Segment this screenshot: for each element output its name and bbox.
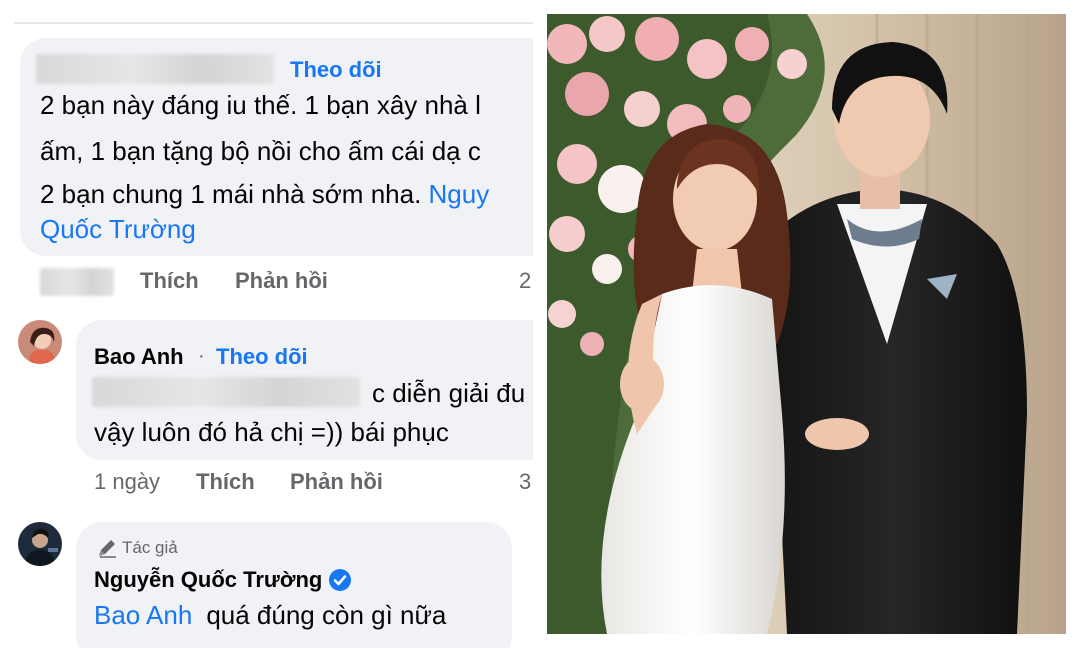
verified-check-icon (328, 568, 352, 592)
blurred-author-name (36, 54, 274, 84)
reply-button[interactable]: Phản hồi (235, 268, 328, 294)
reaction-count: 3 (519, 469, 532, 494)
blurred-mention (92, 377, 360, 407)
collage-divider (533, 0, 547, 648)
mention-link[interactable]: Nguy (429, 179, 490, 209)
comment-text: quá đúng còn gì nữa (206, 600, 447, 630)
avatar[interactable] (18, 320, 62, 364)
mention-link[interactable]: Quốc Trường (40, 214, 196, 245)
like-button[interactable]: Thích (140, 268, 199, 294)
comment-thread: Theo dõi 2 bạn này đáng iu thế. 1 bạn xâ… (0, 0, 533, 648)
mention-link[interactable]: Bao Anh (94, 600, 192, 630)
comment-text: 2 bạn chung 1 mái nhà sớm nha. (40, 179, 429, 209)
follow-button[interactable]: Theo dõi (216, 344, 308, 370)
comment-text-line: c diễn giải đu (372, 378, 526, 408)
comment-author-name[interactable]: Nguyễn Quốc Trường (94, 567, 322, 593)
comment-text-line: ấm, 1 bạn tặng bộ nồi cho ấm cái dạ c (40, 136, 481, 166)
divider-line (14, 22, 533, 24)
comment-author[interactable]: Bao Anh (94, 344, 184, 370)
author-badge: Tác giả (96, 537, 178, 559)
comment-time[interactable]: 1 ngày (94, 469, 160, 495)
comment-text-line: 2 bạn chung 1 mái nhà sớm nha. Nguy (40, 179, 489, 210)
like-button[interactable]: Thích (196, 469, 255, 495)
reply-button[interactable]: Phản hồi (290, 469, 383, 495)
comment-text-line: 2 bạn này đáng iu thế. 1 bạn xây nhà l (40, 90, 481, 120)
pencil-icon (96, 537, 118, 559)
avatar[interactable] (18, 522, 62, 566)
blurred-time (40, 268, 114, 296)
reaction-count: 2 (519, 268, 532, 293)
comment-text-line: Bao Anh quá đúng còn gì nữa (94, 600, 446, 631)
author-badge-label: Tác giả (122, 538, 178, 557)
couple-photo (547, 14, 1066, 634)
follow-button[interactable]: Theo dõi (290, 57, 382, 83)
separator-dot: · (198, 345, 205, 367)
comment-author[interactable]: Nguyễn Quốc Trường (94, 567, 352, 593)
comment-text-line: vậy luôn đó hả chị =)) bái phục (94, 417, 449, 447)
